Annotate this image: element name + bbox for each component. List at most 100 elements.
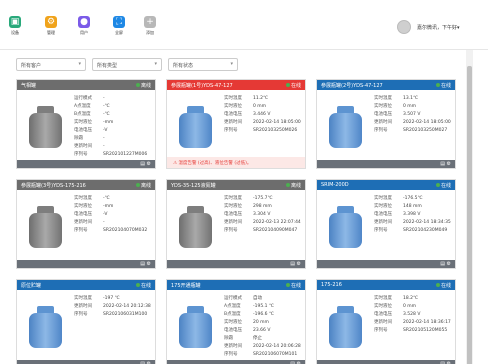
customer-filter-value: 所有客户 xyxy=(21,63,42,69)
card-footer: ▤ ⚙ xyxy=(317,260,455,268)
info-label: 运行模式 xyxy=(224,296,242,301)
nav-item-fullscreen[interactable]: ⛶ 全屏 xyxy=(108,16,130,36)
info-row: B点温度 -196.6 ℃ xyxy=(224,311,304,319)
info-label: A点温度 xyxy=(224,304,241,309)
info-value: -℃ xyxy=(103,104,110,109)
info-row: 实时液位 0 mm xyxy=(374,303,454,311)
info-row: 序列号 SR202105120M055 xyxy=(374,327,454,335)
card-footer: ▤ ⚙ xyxy=(317,360,455,364)
info-value: - xyxy=(103,144,105,149)
status-text: 在线 xyxy=(140,283,151,289)
dewar-tank-icon xyxy=(179,106,212,148)
info-value: -V xyxy=(103,128,108,133)
status-filter-select[interactable]: 所有状态 ▾ xyxy=(168,58,238,71)
card-action-icons[interactable]: ▤ ⚙ xyxy=(440,261,451,267)
info-label: 序列号 xyxy=(374,228,388,233)
vertical-scrollbar[interactable] xyxy=(466,50,473,364)
info-value: 2022-02-13 22:07:44 xyxy=(253,220,301,225)
avatar[interactable] xyxy=(397,20,411,34)
status-text: 在线 xyxy=(440,283,451,289)
nav-item-user[interactable]: ● 用户 xyxy=(73,16,95,36)
status-text: 在线 xyxy=(290,83,301,89)
alarm-banner: ⚠ 温度告警 (过高)、液位告警 (过低)。 xyxy=(167,157,305,168)
device-info: 实时温度 -197 ℃ 更新时间 2022-02-14 20:12:38 序列号 SR20… xyxy=(74,295,154,319)
device-card-header[interactable]: 175开通瓶罐 在线 xyxy=(167,280,305,290)
status-text: 在线 xyxy=(440,83,451,89)
info-row: A点温度 -℃ xyxy=(74,103,154,111)
device-card[interactable]: 原位贮罐 在线实时温度 -197 ℃ 更新时间 2022-02-14 20:12:38 序… xyxy=(16,279,156,364)
device-card[interactable]: 参展瓶罐(2号)YDS-47-127 在线 实时温度 13.1℃ 实时液位 0 mm 电池电… xyxy=(316,79,456,169)
info-value: 298 mm xyxy=(253,204,272,209)
info-row: 序列号 SR202106070M101 xyxy=(224,351,304,359)
info-row: 电池电压 3.446 V xyxy=(224,111,304,119)
info-value: -175.7℃ xyxy=(253,196,273,201)
status-text: 在线 xyxy=(290,283,301,289)
nav-item-device[interactable]: ▣ 设备 xyxy=(4,16,26,36)
card-footer: ▤ ⚙ xyxy=(167,260,305,268)
card-footer: ▤ ⚙ xyxy=(17,360,155,364)
app-window: ▣ 设备 ⚙ 管理 ● 用户 ⛶ 全屏 + 添加 嘉尔微讯，下午好▾ 所有客户 ▾ 所有类型 ▾ 所有… xyxy=(0,0,488,364)
device-card-header[interactable]: 参展瓶罐(1号)YDS-47-127 在线 xyxy=(167,80,305,90)
status-text: 离线 xyxy=(290,183,301,189)
info-label: 更新时间 xyxy=(74,304,92,309)
info-label: 除霜 xyxy=(74,136,83,141)
status-text: 离线 xyxy=(140,183,151,189)
info-label: 实时液位 xyxy=(224,104,242,109)
info-row: 更新时间 2022-02-13 22:07:44 xyxy=(224,219,304,227)
info-label: 实时温度 xyxy=(224,196,242,201)
device-card-header[interactable]: 参展瓶罐(2号)YDS-47-127 在线 xyxy=(317,80,455,90)
info-row: 更新时间 2022-02-14 20:06:28 xyxy=(224,343,304,351)
type-filter-value: 所有类型 xyxy=(97,63,118,69)
device-card[interactable]: YDS-35-125液氮罐 离线 实时温度 -175.7℃ 实时液位 298 mm 电池电压… xyxy=(166,179,306,269)
dewar-tank-icon xyxy=(29,306,62,348)
info-label: 实时液位 xyxy=(74,120,92,125)
device-name: SRIM-200D xyxy=(321,182,349,188)
info-row: 实时液位 -mm xyxy=(74,119,154,127)
device-card-header[interactable]: 参展瓶罐(3号)YDS-175-216 离线 xyxy=(17,180,155,190)
device-card-header[interactable]: YDS-35-125液氮罐 离线 xyxy=(167,180,305,190)
status-dot-icon xyxy=(435,283,440,287)
device-card-header[interactable]: 原位贮罐 在线 xyxy=(17,280,155,290)
info-label: 实时温度 xyxy=(224,96,242,101)
info-label: 电池电压 xyxy=(224,328,242,333)
card-action-icons[interactable]: ▤ ⚙ xyxy=(140,261,151,267)
info-row: 序列号 SR202104070M032 xyxy=(74,227,154,235)
device-card[interactable]: 气相罐 离线 运行模式 - A点温度 -℃ B点温度 -℃ 实时液位 -mm 电池电压 -V 除霜 - 更新… xyxy=(16,79,156,169)
info-value: -176.5℃ xyxy=(403,196,423,201)
customer-filter-select[interactable]: 所有客户 ▾ xyxy=(16,58,86,71)
info-label: 实时液位 xyxy=(224,320,242,325)
card-action-icons[interactable]: ▤ ⚙ xyxy=(290,261,301,267)
device-card[interactable]: SRIM-200D 在线 实时温度 -176.5℃ 实时液位 148 mm 电池电压 3.39… xyxy=(316,179,456,269)
card-action-icons[interactable]: ▤ ⚙ xyxy=(140,161,151,167)
top-navbar: ▣ 设备 ⚙ 管理 ● 用户 ⛶ 全屏 + 添加 嘉尔微讯，下午好▾ xyxy=(0,0,488,50)
device-name: 气相罐 xyxy=(21,83,37,89)
nav-item-manage[interactable]: ⚙ 管理 xyxy=(40,16,62,36)
device-card[interactable]: 参展瓶罐(3号)YDS-175-216 离线 实时温度 -℃ 实时液位 -mm 电池电压 -V… xyxy=(16,179,156,269)
info-label: 更新时间 xyxy=(224,120,242,125)
info-label: 更新时间 xyxy=(374,220,392,225)
device-card[interactable]: 参展瓶罐(1号)YDS-47-127 在线 实时温度 11.2℃ 实时液位 0 mm 电池电… xyxy=(166,79,306,169)
device-card[interactable]: 175-216 在线 实时温度 18.2℃ 实时液位 0 mm 电池电压 3.528 V 更新时… xyxy=(316,279,456,364)
user-greeting[interactable]: 嘉尔微讯，下午好▾ xyxy=(417,24,460,31)
device-card-header[interactable]: 175-216 在线 xyxy=(317,280,455,290)
info-label: 更新时间 xyxy=(74,144,92,149)
device-card-header[interactable]: SRIM-200D 在线 xyxy=(317,180,455,190)
type-filter-select[interactable]: 所有类型 ▾ xyxy=(92,58,162,71)
device-name: 175开通瓶罐 xyxy=(171,283,201,289)
info-value: - xyxy=(103,136,105,141)
info-value: 0 mm xyxy=(403,304,417,309)
info-label: 序列号 xyxy=(74,228,88,233)
device-card[interactable]: 175开通瓶罐 在线 运行模式 自动 A点温度 -195.1 ℃ B点温度 -196.6 ℃ 实… xyxy=(166,279,306,364)
status-badge: 在线 xyxy=(435,182,451,189)
info-value: SR202104090M047 xyxy=(253,228,298,233)
scrollbar-thumb[interactable] xyxy=(467,66,472,364)
card-action-icons[interactable]: ▤ ⚙ xyxy=(440,161,451,167)
info-value: 3.398 V xyxy=(403,212,421,217)
nav-item-add[interactable]: + 添加 xyxy=(139,16,161,36)
info-row: 序列号 SR202106031M100 xyxy=(74,311,154,319)
info-label: 电池电压 xyxy=(224,112,242,117)
device-card-header[interactable]: 气相罐 离线 xyxy=(17,80,155,90)
info-row: 实时液位 -mm xyxy=(74,203,154,211)
info-row: 实时液位 148 mm xyxy=(374,203,454,211)
info-row: A点温度 -195.1 ℃ xyxy=(224,303,304,311)
